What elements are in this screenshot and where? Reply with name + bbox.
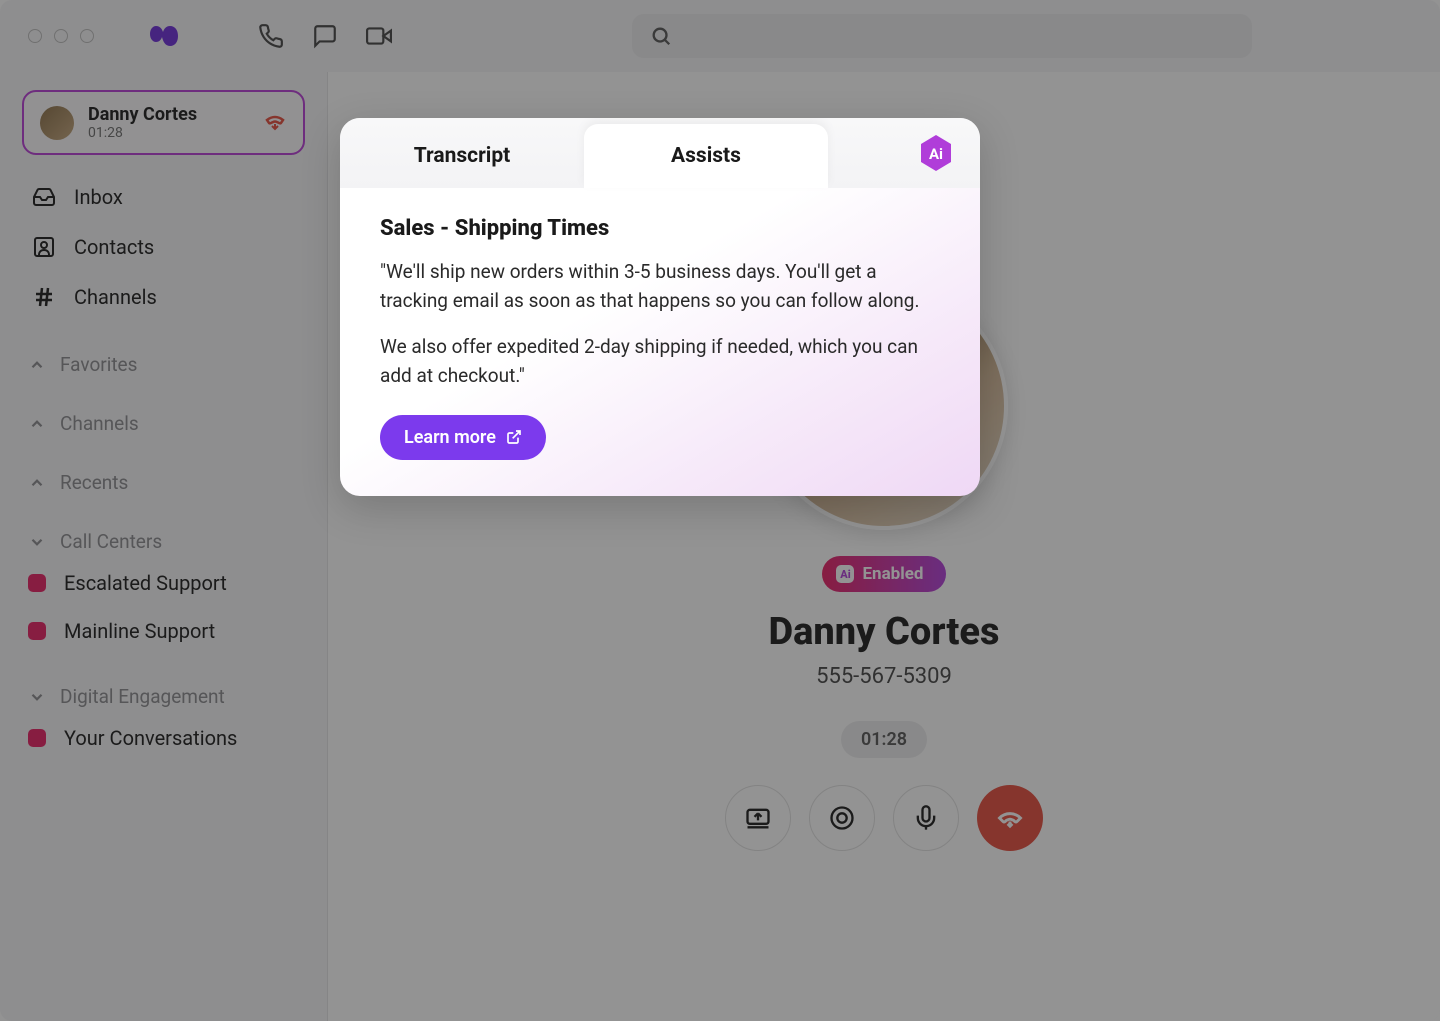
external-link-icon (506, 429, 522, 445)
tab-transcript[interactable]: Transcript (340, 124, 584, 188)
ai-hex-icon: Ai (916, 133, 956, 173)
button-label: Learn more (404, 427, 496, 448)
assist-popover: Transcript Assists Ai Sales - Shipping T… (340, 118, 980, 496)
svg-text:Ai: Ai (929, 145, 943, 163)
learn-more-button[interactable]: Learn more (380, 415, 546, 460)
assist-paragraph: We also offer expedited 2-day shipping i… (380, 332, 940, 391)
tab-assists[interactable]: Assists (584, 124, 828, 188)
assist-title: Sales - Shipping Times (380, 216, 940, 241)
assist-paragraph: "We'll ship new orders within 3-5 busine… (380, 257, 940, 316)
